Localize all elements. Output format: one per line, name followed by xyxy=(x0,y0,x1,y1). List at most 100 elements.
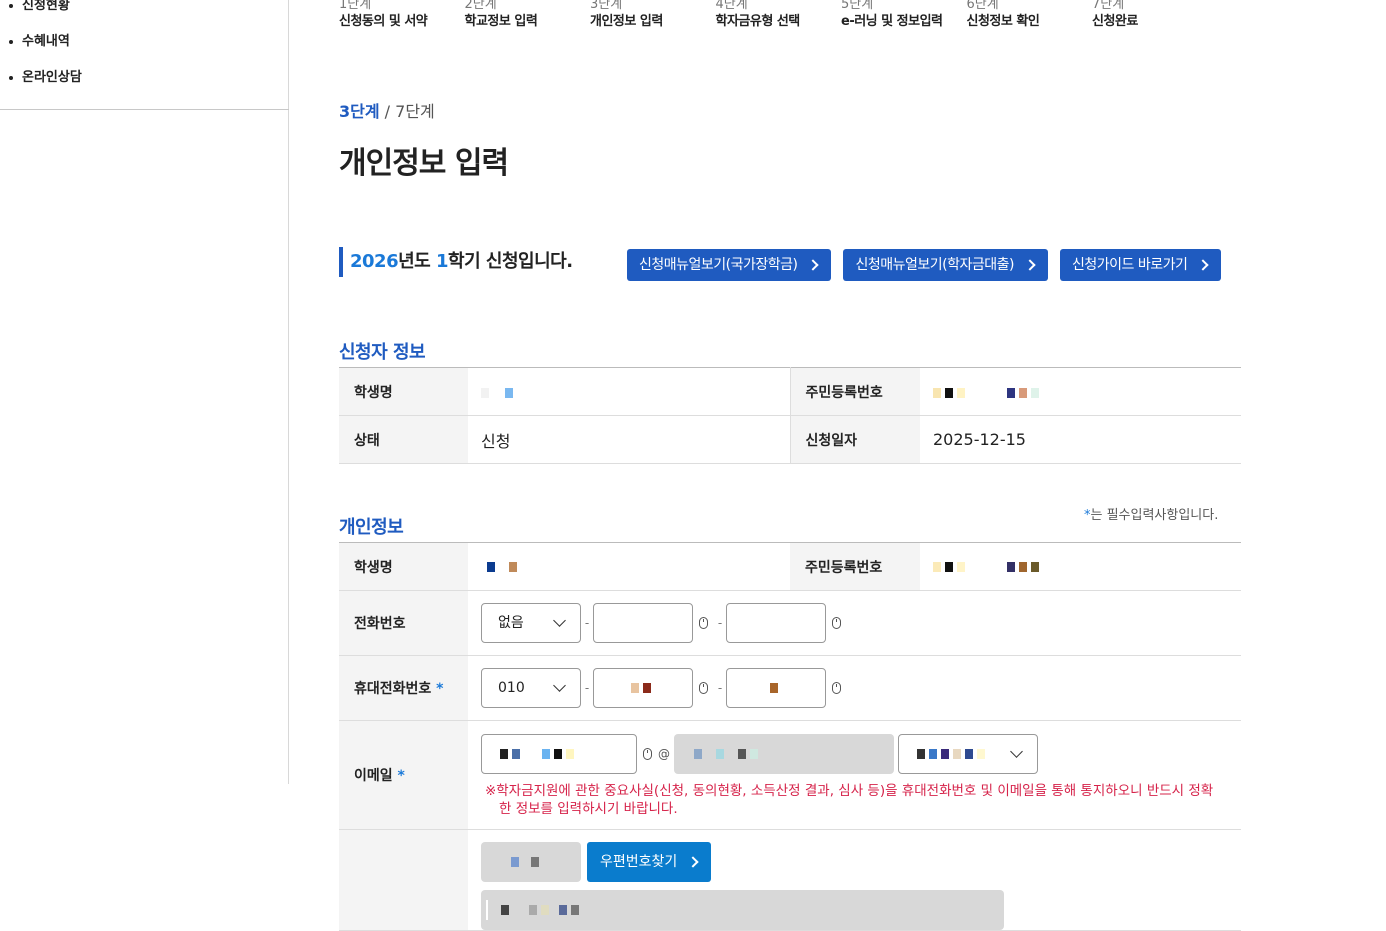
table-row: 전화번호 없음 - - xyxy=(339,590,1241,656)
term-semester-suffix: 학기 신청입니다. xyxy=(448,251,573,272)
student-rrn-label: 주민등록번호 xyxy=(790,542,920,591)
step-name: 신청정보 확인 xyxy=(966,14,1040,29)
email-domain-input[interactable] xyxy=(674,734,894,774)
applicant-rrn-value xyxy=(920,367,1241,416)
step-progress: 3단계 / 7단계 xyxy=(339,98,435,122)
sidebar-item-benefit-history[interactable]: 수혜내역 xyxy=(0,24,289,60)
student-name-value xyxy=(468,542,790,591)
step-3: 3단계 개인정보 입력 xyxy=(590,0,716,30)
zipcode-search-button[interactable]: 우편번호찾기 xyxy=(587,842,712,882)
phone-last-input[interactable] xyxy=(726,603,826,643)
phone-middle-input[interactable] xyxy=(593,603,693,643)
guide-buttons: 신청매뉴얼보기(국가장학금) 신청매뉴얼보기(학자금대출) 신청가이드 바로가기 xyxy=(627,249,1222,281)
mouse-icon xyxy=(832,617,841,629)
mobile-label-text: 휴대전화번호 xyxy=(354,681,432,697)
guide-label: 신청가이드 바로가기 xyxy=(1071,257,1188,273)
email-label-text: 이메일 xyxy=(354,768,393,784)
table-row: 이메일 * @ ※학자금지원에 관한 중요사실(신청, 동의현황, 소득산정 결… xyxy=(339,720,1241,830)
phone-prefix-select[interactable]: 없음 xyxy=(481,603,581,643)
chevron-right-icon xyxy=(807,259,820,271)
email-id-input[interactable] xyxy=(481,734,637,774)
phone-label: 전화번호 xyxy=(339,590,468,656)
table-row: 상태 신청 신청일자 2025-12-15 xyxy=(339,415,1241,464)
applicant-name-label: 학생명 xyxy=(339,367,468,416)
term-semester: 1 xyxy=(436,251,449,272)
mobile-middle-input[interactable] xyxy=(593,668,693,708)
personal-info-form: 학생명 주민등록번호 전화번호 없음 - - 휴대전화번호 * 010 - - 이메일 … xyxy=(339,542,1241,931)
email-notice: ※학자금지원에 관한 중요사실(신청, 동의현황, 소득산정 결과, 심사 등)… xyxy=(481,782,1221,818)
required-star: * xyxy=(397,768,405,784)
manual-national-button[interactable]: 신청매뉴얼보기(국가장학금) xyxy=(627,249,832,281)
zipcode-input xyxy=(481,842,581,882)
chevron-right-icon xyxy=(1197,259,1210,271)
sidebar-item-application-status[interactable]: 신청현황 xyxy=(0,0,289,24)
applicant-section-title: 신청자 정보 xyxy=(339,342,426,363)
manual-loan-button[interactable]: 신청매뉴얼보기(학자금대출) xyxy=(843,249,1048,281)
total-steps: / 7단계 xyxy=(384,102,435,121)
mobile-inputs: 010 - - xyxy=(468,655,1241,721)
phone-inputs: 없음 - - xyxy=(468,590,1241,656)
student-rrn-value xyxy=(920,542,1241,591)
personal-section-title: 개인정보 xyxy=(339,517,404,538)
sidebar-item-online-counsel[interactable]: 온라인상담 xyxy=(0,60,289,96)
address-inputs: 우편번호찾기 xyxy=(468,829,1241,931)
applicant-name-value xyxy=(468,367,791,416)
step-number: 4단계 xyxy=(715,0,748,12)
address-input xyxy=(481,890,1004,930)
step-number: 2단계 xyxy=(464,0,497,12)
mobile-prefix-select[interactable]: 010 xyxy=(481,668,581,708)
student-name-label: 학생명 xyxy=(339,542,468,591)
at-sign: @ xyxy=(658,747,670,761)
step-2: 2단계학교정보 입력 xyxy=(465,0,591,30)
mobile-prefix-value: 010 xyxy=(498,680,525,696)
dash-separator: - xyxy=(717,616,723,630)
guide-button[interactable]: 신청가이드 바로가기 xyxy=(1059,249,1222,281)
step-name: 학교정보 입력 xyxy=(464,14,538,29)
mouse-icon xyxy=(832,682,841,694)
status-label: 상태 xyxy=(339,415,468,464)
step-number: 5단계 xyxy=(841,0,874,12)
step-name: 신청완료 xyxy=(1092,14,1138,29)
step-4: 4단계 학자금유형 선택 xyxy=(716,0,842,30)
step-7: 7단계신청완료 xyxy=(1092,0,1218,30)
step-name: e-러닝 및 정보입력 xyxy=(841,14,943,29)
address-label xyxy=(339,829,468,931)
email-label: 이메일 * xyxy=(339,720,468,830)
application-date-label: 신청일자 xyxy=(790,415,920,464)
term-year-suffix: 년도 xyxy=(398,251,436,272)
term-heading: 2026년도 1학기 신청입니다. xyxy=(339,247,573,277)
sidebar: 신청현황 수혜내역 온라인상담 xyxy=(0,0,289,784)
mouse-icon xyxy=(699,682,708,694)
chevron-down-icon xyxy=(553,614,566,627)
required-star: * xyxy=(436,681,444,697)
application-date-value: 2025-12-15 xyxy=(920,415,1241,464)
table-row: 학생명 주민등록번호 xyxy=(339,542,1241,591)
status-value: 신청 xyxy=(468,415,791,464)
dash-separator: - xyxy=(717,681,723,695)
sidebar-divider xyxy=(0,109,289,110)
email-inputs: @ ※학자금지원에 관한 중요사실(신청, 동의현황, 소득산정 결과, 심사 … xyxy=(468,720,1241,830)
step-number: 1단계 xyxy=(339,0,372,12)
phone-prefix-value: 없음 xyxy=(498,615,524,631)
current-step: 3단계 xyxy=(339,102,380,121)
step-number: 7단계 xyxy=(1092,0,1125,12)
table-row: 학생명 주민등록번호 xyxy=(339,367,1241,416)
step-6: 6단계 신청정보 확인 xyxy=(967,0,1093,30)
required-note: *는 필수입력사항입니다. xyxy=(1084,504,1218,523)
applicant-rrn-label: 주민등록번호 xyxy=(790,367,920,416)
step-1: 1단계신청동의 및 서약 xyxy=(339,0,465,30)
step-name: 개인정보 입력 xyxy=(590,14,663,29)
page-title: 개인정보 입력 xyxy=(339,146,509,181)
mobile-last-input[interactable] xyxy=(726,668,826,708)
chevron-right-icon xyxy=(1024,259,1036,271)
mobile-label: 휴대전화번호 * xyxy=(339,655,468,721)
sidebar-menu: 신청현황 수혜내역 온라인상담 xyxy=(0,0,289,96)
email-domain-select[interactable] xyxy=(898,734,1038,774)
manual-national-label: 신청매뉴얼보기(국가장학금) xyxy=(639,257,798,273)
mouse-icon xyxy=(643,748,652,760)
step-name: 신청동의 및 서약 xyxy=(339,14,428,29)
email-notice-text: ※학자금지원에 관한 중요사실(신청, 동의현황, 소득산정 결과, 심사 등)… xyxy=(485,783,1214,817)
mouse-icon xyxy=(699,617,708,629)
step-5: 5단계 e-러닝 및 정보입력 xyxy=(841,0,967,30)
manual-loan-label: 신청매뉴얼보기(학자금대출) xyxy=(855,257,1014,273)
